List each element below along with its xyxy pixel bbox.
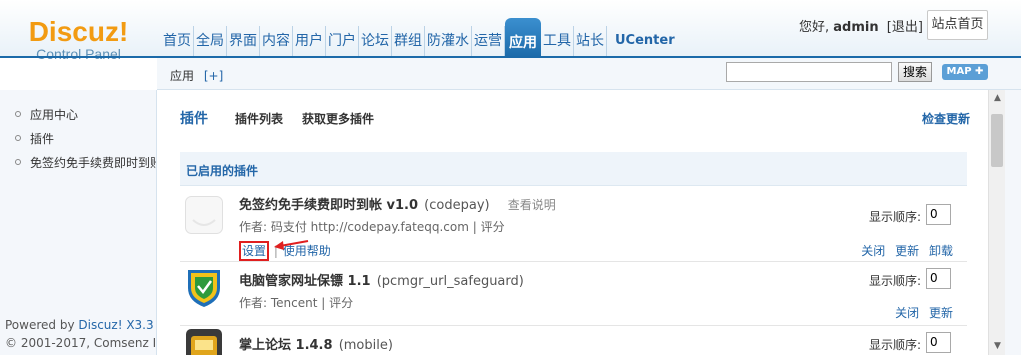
breadcrumb: 应用 [+] — [170, 67, 223, 84]
vertical-scrollbar[interactable]: ▲ ▼ — [988, 90, 1005, 355]
sidebar-item-label: 插件 — [30, 132, 55, 146]
tab-plugin-list[interactable]: 插件列表 — [235, 110, 283, 127]
breadcrumb-current: 应用 — [170, 69, 195, 83]
uninstall-link[interactable]: 卸载 — [929, 244, 953, 258]
plugin-title: 电脑管家网址保镖 1.1 (pcmgr_url_safeguard) — [239, 270, 524, 289]
tab-get-more-plugins[interactable]: 获取更多插件 — [302, 110, 374, 127]
disable-link[interactable]: 关闭 — [861, 244, 885, 258]
nav-content[interactable]: 内容 — [260, 26, 293, 56]
user-info: 您好, admin [退出] — [799, 16, 923, 35]
powered-by: Powered by Discuz! X3.3 — [5, 318, 154, 332]
plugin-name: 免签约免手续费即时到帐 v1.0 — [239, 198, 419, 213]
page-title: 插件 — [180, 111, 208, 127]
bullet-icon — [15, 135, 21, 141]
display-order-input[interactable]: 0 — [926, 268, 951, 289]
plugin-identifier: (pcmgr_url_safeguard) — [376, 274, 524, 289]
disable-link[interactable]: 关闭 — [895, 306, 919, 320]
update-link[interactable]: 更新 — [895, 244, 919, 258]
main-content: 插件 插件列表 获取更多插件 检查更新 已启用的插件 免签约免手续费即时到帐 v… — [158, 90, 988, 355]
nav-webmaster[interactable]: 站长 — [574, 26, 607, 56]
username: admin — [833, 20, 879, 35]
nav-home[interactable]: 首页 — [160, 26, 194, 56]
sidebar-item-plugins[interactable]: 插件 — [0, 127, 156, 151]
nav-tools[interactable]: 工具 — [541, 26, 574, 56]
mobile-app-icon — [185, 328, 223, 355]
search-input[interactable] — [726, 62, 892, 82]
scroll-thumb[interactable] — [991, 114, 1003, 167]
sidebar-item-label: 应用中心 — [30, 108, 79, 122]
main-nav: 首页 全局 界面 内容 用户 门户 论坛 群组 防灌水 运营 应用 工具 站长 … — [160, 14, 683, 58]
plugin-author: 作者: 码支付 http://codepay.fateqq.com | 评分 — [239, 220, 505, 234]
add-shortcut-link[interactable]: [+] — [204, 69, 223, 83]
bullet-icon — [15, 159, 21, 165]
sub-toolbar: 应用 [+] 搜索 MAP ✚ — [157, 58, 1021, 90]
logo-text: Discuz! — [28, 16, 129, 47]
logo-subtitle: Control Panel — [36, 46, 121, 62]
section-title: 已启用的插件 — [186, 164, 259, 178]
plugin-actions: 关闭 更新 卸载 — [855, 242, 953, 259]
plugin-author: 作者: Tencent | 评分 — [239, 296, 354, 310]
nav-forum[interactable]: 论坛 — [359, 26, 392, 56]
nav-interface[interactable]: 界面 — [227, 26, 260, 56]
view-doc-link[interactable]: 查看说明 — [508, 198, 556, 212]
red-arrow-icon — [274, 240, 309, 250]
site-home-button[interactable]: 站点首页 — [927, 10, 988, 40]
plugin-identifier: (mobile) — [338, 338, 393, 353]
nav-apps[interactable]: 应用 — [505, 18, 541, 58]
scroll-down-icon[interactable]: ▼ — [989, 338, 1006, 355]
page-tabs: 插件 插件列表 获取更多插件 检查更新 — [180, 108, 970, 128]
discuz-version-link[interactable]: Discuz! X3.3 — [78, 318, 153, 332]
scroll-up-icon[interactable]: ▲ — [989, 90, 1006, 107]
sidebar: 应用中心 插件 免签约免手续费即时到账 Powered by Discuz! X… — [0, 90, 157, 355]
plugin-row-mobile: 掌上论坛 1.4.8 (mobile) 显示顺序: 0 — [180, 326, 967, 355]
nav-global[interactable]: 全局 — [194, 26, 227, 56]
discuz-logo[interactable]: Discuz! Control Panel — [0, 0, 157, 95]
greeting: 您好, — [799, 20, 830, 35]
copyright: © 2001-2017, Comsenz Inc. — [5, 336, 157, 350]
header: Discuz! Control Panel 首页 全局 界面 内容 用户 门户 … — [0, 0, 1021, 62]
sidebar-item-label: 免签约免手续费即时到账 — [30, 156, 157, 170]
order-label: 显示顺序: — [869, 338, 922, 352]
plugin-title: 免签约免手续费即时到帐 v1.0 (codepay) 查看说明 — [239, 194, 556, 213]
display-order-input[interactable]: 0 — [926, 204, 951, 225]
sidebar-item-app-center[interactable]: 应用中心 — [0, 103, 156, 127]
bullet-icon — [15, 111, 21, 117]
plugin-identifier: (codepay) — [424, 198, 490, 213]
sidebar-item-codepay[interactable]: 免签约免手续费即时到账 — [0, 151, 156, 175]
update-link[interactable]: 更新 — [929, 306, 953, 320]
nav-portal[interactable]: 门户 — [326, 26, 359, 56]
nav-anti-spam[interactable]: 防灌水 — [425, 26, 472, 56]
plugin-row-pcmgr: 电脑管家网址保镖 1.1 (pcmgr_url_safeguard) 作者: T… — [180, 262, 967, 326]
logout-link[interactable]: [退出] — [887, 20, 923, 35]
plugin-links: 设置 | 使用帮助 — [239, 240, 331, 261]
powered-by-text: Powered by — [5, 318, 79, 332]
order-label: 显示顺序: — [869, 210, 922, 224]
plugin-placeholder-icon — [185, 196, 223, 234]
shield-icon — [185, 268, 223, 307]
plugin-actions: 关闭 更新 — [889, 304, 953, 321]
plugin-name: 掌上论坛 1.4.8 — [239, 338, 333, 353]
plugin-row-codepay: 免签约免手续费即时到帐 v1.0 (codepay) 查看说明 作者: 码支付 … — [180, 186, 967, 262]
nav-groups[interactable]: 群组 — [392, 26, 425, 56]
plugin-settings-link[interactable]: 设置 — [239, 241, 270, 261]
nav-users[interactable]: 用户 — [293, 26, 326, 56]
window-edge — [1005, 90, 1021, 355]
search-button[interactable]: 搜索 — [898, 62, 932, 82]
nav-operations[interactable]: 运营 — [472, 26, 505, 56]
display-order-input[interactable]: 0 — [926, 332, 951, 353]
nav-ucenter[interactable]: UCenter — [607, 26, 683, 56]
order-label: 显示顺序: — [869, 274, 922, 288]
plugin-title: 掌上论坛 1.4.8 (mobile) — [239, 334, 393, 353]
map-button[interactable]: MAP ✚ — [942, 64, 988, 80]
section-header: 已启用的插件 — [180, 152, 967, 186]
check-update-link[interactable]: 检查更新 — [922, 110, 970, 127]
plugin-name: 电脑管家网址保镖 1.1 — [239, 274, 371, 289]
